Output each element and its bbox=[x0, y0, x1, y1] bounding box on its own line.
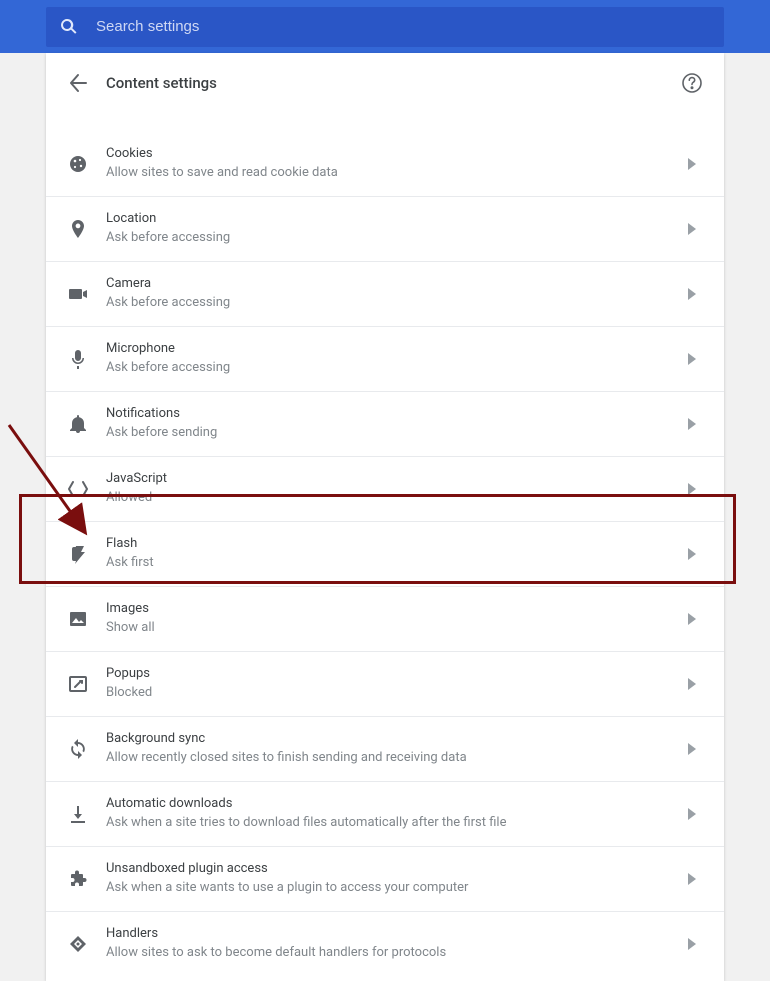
settings-panel: Content settings Cookies Allow sites to s… bbox=[46, 53, 724, 981]
row-subtitle: Ask before accessing bbox=[106, 295, 688, 312]
row-subtitle: Ask when a site tries to download files … bbox=[106, 815, 688, 832]
row-subtitle: Ask before sending bbox=[106, 425, 688, 442]
chevron-right-icon bbox=[688, 678, 696, 690]
row-texts: Cookies Allow sites to save and read cook… bbox=[106, 146, 688, 182]
row-subtitle: Ask first bbox=[106, 555, 688, 572]
javascript-icon bbox=[68, 479, 88, 499]
row-title: Images bbox=[106, 601, 688, 618]
settings-row-microphone[interactable]: Microphone Ask before accessing bbox=[46, 326, 724, 391]
settings-row-camera[interactable]: Camera Ask before accessing bbox=[46, 261, 724, 326]
settings-row-notifications[interactable]: Notifications Ask before sending bbox=[46, 391, 724, 456]
download-icon bbox=[68, 804, 88, 824]
row-title: JavaScript bbox=[106, 471, 688, 488]
row-subtitle: Blocked bbox=[106, 685, 688, 702]
plugin-icon bbox=[68, 869, 88, 889]
sync-icon bbox=[68, 739, 88, 759]
row-title: Notifications bbox=[106, 406, 688, 423]
chevron-right-icon bbox=[688, 223, 696, 235]
row-texts: Automatic downloads Ask when a site tries… bbox=[106, 796, 688, 832]
settings-row-javascript[interactable]: JavaScript Allowed bbox=[46, 456, 724, 521]
row-subtitle: Allow recently closed sites to finish se… bbox=[106, 750, 688, 767]
settings-row-unsandboxed-plugin-access[interactable]: Unsandboxed plugin access Ask when a site… bbox=[46, 846, 724, 911]
page-title: Content settings bbox=[106, 74, 682, 92]
row-texts: Images Show all bbox=[106, 601, 688, 637]
handlers-icon bbox=[68, 934, 88, 954]
row-title: Unsandboxed plugin access bbox=[106, 861, 688, 878]
row-title: Flash bbox=[106, 536, 688, 553]
microphone-icon bbox=[68, 349, 88, 369]
camera-icon bbox=[68, 284, 88, 304]
row-subtitle: Allow sites to save and read cookie data bbox=[106, 165, 688, 182]
search-box[interactable] bbox=[46, 7, 724, 47]
row-subtitle: Ask before accessing bbox=[106, 360, 688, 377]
top-bar bbox=[0, 0, 770, 53]
settings-row-flash[interactable]: Flash Ask first bbox=[46, 521, 724, 586]
chevron-right-icon bbox=[688, 938, 696, 950]
row-title: Popups bbox=[106, 666, 688, 683]
chevron-right-icon bbox=[688, 548, 696, 560]
row-texts: Location Ask before accessing bbox=[106, 211, 688, 247]
panel-header: Content settings bbox=[46, 53, 724, 113]
settings-row-location[interactable]: Location Ask before accessing bbox=[46, 196, 724, 261]
settings-row-handlers[interactable]: Handlers Allow sites to ask to become def… bbox=[46, 911, 724, 976]
chevron-right-icon bbox=[688, 613, 696, 625]
row-title: Microphone bbox=[106, 341, 688, 358]
settings-row-automatic-downloads[interactable]: Automatic downloads Ask when a site tries… bbox=[46, 781, 724, 846]
row-subtitle: Ask before accessing bbox=[106, 230, 688, 247]
chevron-right-icon bbox=[688, 158, 696, 170]
row-texts: Flash Ask first bbox=[106, 536, 688, 572]
row-title: Handlers bbox=[106, 926, 688, 943]
row-title: Cookies bbox=[106, 146, 688, 163]
back-arrow-icon[interactable] bbox=[68, 73, 88, 93]
cookie-icon bbox=[68, 154, 88, 174]
row-texts: Handlers Allow sites to ask to become def… bbox=[106, 926, 688, 962]
row-subtitle: Allowed bbox=[106, 490, 688, 507]
row-texts: JavaScript Allowed bbox=[106, 471, 688, 507]
row-texts: Popups Blocked bbox=[106, 666, 688, 702]
settings-row-background-sync[interactable]: Background sync Allow recently closed sit… bbox=[46, 716, 724, 781]
row-title: Automatic downloads bbox=[106, 796, 688, 813]
row-texts: Microphone Ask before accessing bbox=[106, 341, 688, 377]
chevron-right-icon bbox=[688, 483, 696, 495]
content-settings-list: Cookies Allow sites to save and read cook… bbox=[46, 131, 724, 976]
row-title: Camera bbox=[106, 276, 688, 293]
location-icon bbox=[68, 219, 88, 239]
images-icon bbox=[68, 609, 88, 629]
chevron-right-icon bbox=[688, 353, 696, 365]
chevron-right-icon bbox=[688, 808, 696, 820]
row-texts: Notifications Ask before sending bbox=[106, 406, 688, 442]
row-texts: Camera Ask before accessing bbox=[106, 276, 688, 312]
search-icon bbox=[60, 18, 78, 36]
chevron-right-icon bbox=[688, 418, 696, 430]
settings-row-cookies[interactable]: Cookies Allow sites to save and read cook… bbox=[46, 131, 724, 196]
search-input[interactable] bbox=[96, 18, 710, 35]
chevron-right-icon bbox=[688, 288, 696, 300]
popups-icon bbox=[68, 674, 88, 694]
chevron-right-icon bbox=[688, 743, 696, 755]
row-title: Background sync bbox=[106, 731, 688, 748]
help-icon[interactable] bbox=[682, 73, 702, 93]
row-title: Location bbox=[106, 211, 688, 228]
flash-icon bbox=[68, 544, 88, 564]
row-subtitle: Ask when a site wants to use a plugin to… bbox=[106, 880, 688, 897]
row-texts: Unsandboxed plugin access Ask when a site… bbox=[106, 861, 688, 897]
row-subtitle: Show all bbox=[106, 620, 688, 637]
chevron-right-icon bbox=[688, 873, 696, 885]
row-texts: Background sync Allow recently closed sit… bbox=[106, 731, 688, 767]
notifications-icon bbox=[68, 414, 88, 434]
settings-row-images[interactable]: Images Show all bbox=[46, 586, 724, 651]
settings-row-popups[interactable]: Popups Blocked bbox=[46, 651, 724, 716]
row-subtitle: Allow sites to ask to become default han… bbox=[106, 945, 688, 962]
